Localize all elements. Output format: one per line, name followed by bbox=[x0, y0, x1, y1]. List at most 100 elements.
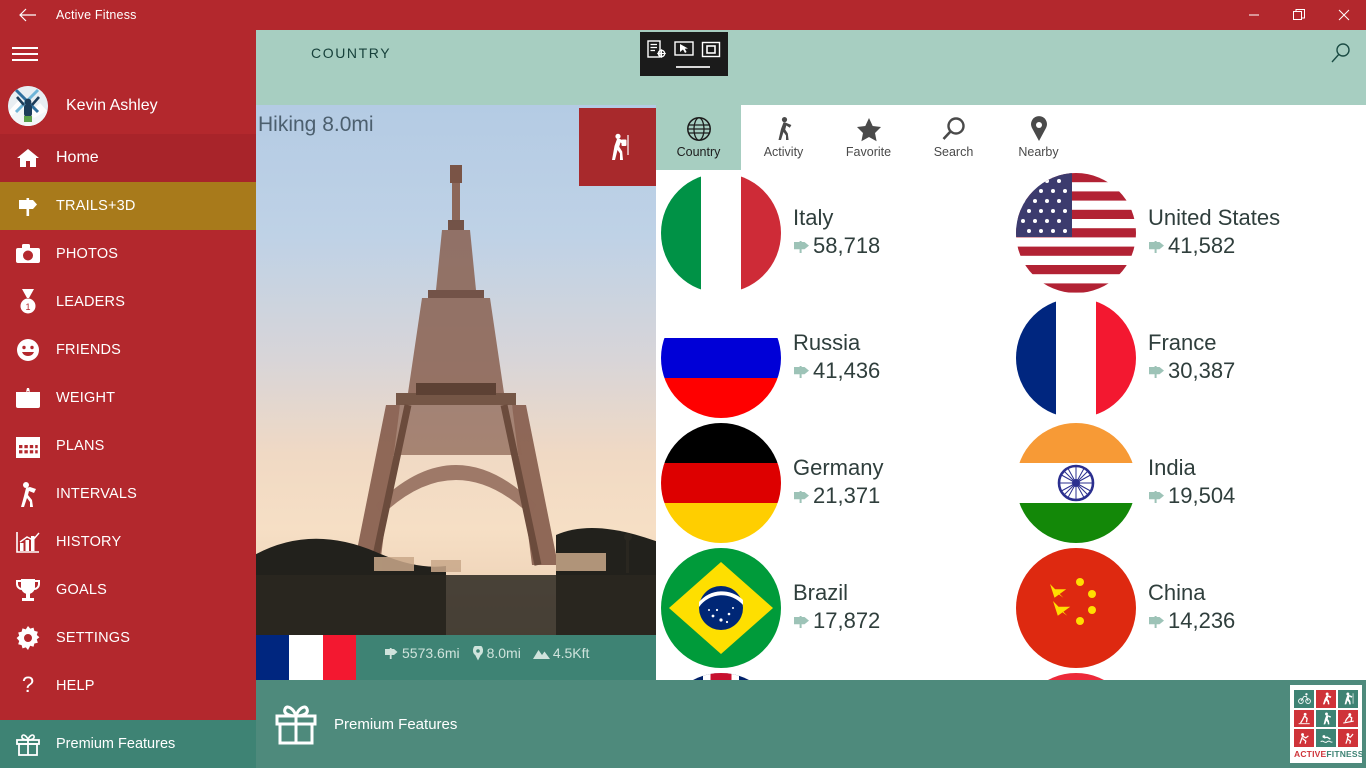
premium-features-bar[interactable]: Premium Features ACTIVEFITNESS bbox=[256, 680, 1366, 768]
country-name: Brazil bbox=[793, 580, 849, 606]
sidebar-label-plans: PLANS bbox=[56, 438, 105, 454]
activity-type-button[interactable] bbox=[579, 108, 656, 186]
country-cell-united-states[interactable]: United States 41,582 bbox=[1011, 170, 1366, 295]
country-value-text: 21,371 bbox=[813, 482, 881, 508]
tab-search[interactable]: Search bbox=[911, 105, 996, 170]
menu-button[interactable] bbox=[0, 30, 256, 78]
russia-flag bbox=[661, 297, 781, 418]
tab-favorite[interactable]: Favorite bbox=[826, 105, 911, 170]
country-value: 17,872 bbox=[793, 608, 880, 634]
country-cell-russia[interactable]: Russia 41,436 bbox=[656, 295, 1011, 420]
logo-wordmark: ACTIVEFITNESS bbox=[1294, 749, 1363, 759]
location-pin-icon bbox=[472, 645, 483, 661]
smiley-icon bbox=[0, 338, 56, 362]
stat-total-distance-value: 5573.6mi bbox=[402, 645, 460, 661]
country-info: China 14,236 bbox=[1148, 581, 1235, 633]
country-value: 41,582 bbox=[1148, 233, 1280, 259]
sidebar-item-intervals[interactable]: INTERVALS bbox=[0, 470, 256, 518]
sidebar-item-settings[interactable]: SETTINGS bbox=[0, 614, 256, 662]
header-search-button[interactable] bbox=[1324, 37, 1358, 69]
restore-button[interactable] bbox=[1276, 0, 1321, 30]
country-info: United States 41,582 bbox=[1148, 206, 1280, 258]
search-icon bbox=[942, 117, 965, 140]
sidebar-label-friends: FRIENDS bbox=[56, 342, 122, 358]
map-pin-icon bbox=[1030, 116, 1047, 141]
country-value-text: 17,872 bbox=[813, 607, 881, 633]
logo-word-fitness: FITNESS bbox=[1326, 749, 1364, 759]
back-button[interactable] bbox=[0, 0, 56, 30]
country-cell-india[interactable]: India 19,504 bbox=[1011, 420, 1366, 545]
country-value-text: 14,236 bbox=[1168, 607, 1236, 633]
active-fitness-logo: ACTIVEFITNESS bbox=[1290, 685, 1363, 763]
sidebar-item-home[interactable]: Home bbox=[0, 134, 256, 182]
minimize-button[interactable] bbox=[1231, 0, 1276, 30]
country-value: 19,504 bbox=[1148, 483, 1235, 509]
country-row: Italy 58,718 United States 41,582 bbox=[656, 170, 1366, 295]
sidebar-label-weight: WEIGHT bbox=[56, 390, 116, 406]
hiker-icon bbox=[612, 133, 629, 160]
stat-total-distance: 5573.6mi bbox=[384, 645, 460, 661]
sidebar-item-goals[interactable]: GOALS bbox=[0, 566, 256, 614]
profile-row[interactable]: Kevin Ashley bbox=[0, 78, 256, 134]
chart-icon bbox=[0, 531, 56, 553]
usa-flag bbox=[1016, 172, 1136, 293]
photo-title: Hiking 8.0mi bbox=[258, 113, 374, 136]
country-cell-brazil[interactable]: Brazil 17,872 bbox=[656, 545, 1011, 670]
sidebar-item-leaders[interactable]: 1 LEADERS bbox=[0, 278, 256, 326]
trail-photo-card[interactable]: Hiking 8.0mi 5573.6mi 8.0mi 4.5Kft bbox=[256, 105, 656, 700]
tab-activity[interactable]: Activity bbox=[741, 105, 826, 170]
scale-icon bbox=[0, 388, 56, 408]
stat-distance-value: 8.0mi bbox=[486, 645, 521, 661]
china-flag bbox=[1016, 547, 1136, 668]
app-window: Active Fitness Kevin Ashley Home TRAILS+… bbox=[0, 0, 1366, 768]
signpost-icon bbox=[794, 615, 809, 628]
country-info: Brazil 17,872 bbox=[793, 581, 880, 633]
close-button[interactable] bbox=[1321, 0, 1366, 30]
fullscreen-clip-icon[interactable] bbox=[701, 40, 721, 60]
sidebar-item-plans[interactable]: PLANS bbox=[0, 422, 256, 470]
ink-workspace-toolbar[interactable] bbox=[640, 32, 728, 76]
country-value: 41,436 bbox=[793, 358, 880, 384]
logo-cell-hiker bbox=[1338, 690, 1358, 708]
sidebar-item-friends[interactable]: FRIENDS bbox=[0, 326, 256, 374]
sidebar-item-weight[interactable]: WEIGHT bbox=[0, 374, 256, 422]
country-cell-italy[interactable]: Italy 58,718 bbox=[656, 170, 1011, 295]
sidebar-label-trails3d: TRAILS+3D bbox=[56, 198, 136, 214]
screen-sketch-icon[interactable] bbox=[647, 40, 667, 60]
screen-clip-icon[interactable] bbox=[674, 40, 694, 60]
sidebar-item-photos[interactable]: PHOTOS bbox=[0, 230, 256, 278]
camera-icon bbox=[0, 244, 56, 264]
trail-stats-line: 5573.6mi 8.0mi 4.5Kft bbox=[384, 645, 597, 661]
sidebar-premium-features[interactable]: Premium Features bbox=[0, 720, 256, 768]
tab-nearby[interactable]: Nearby bbox=[996, 105, 1081, 170]
country-cell-germany[interactable]: Germany 21,371 bbox=[656, 420, 1011, 545]
country-cell-china[interactable]: China 14,236 bbox=[1011, 545, 1366, 670]
country-name: Italy bbox=[793, 205, 834, 231]
premium-bar-inner: Premium Features bbox=[256, 680, 1366, 768]
country-grid: Italy 58,718 United States 41,582 Russia… bbox=[656, 170, 1366, 710]
stat-elevation: 4.5Kft bbox=[532, 645, 589, 661]
country-row: Russia 41,436 France 30,387 bbox=[656, 295, 1366, 420]
sidebar-item-history[interactable]: HISTORY bbox=[0, 518, 256, 566]
signpost-icon bbox=[385, 648, 398, 659]
calendar-icon bbox=[0, 435, 56, 458]
country-row: Germany 21,371 India 19,504 bbox=[656, 420, 1366, 545]
sidebar-item-trails3d[interactable]: TRAILS+3D bbox=[0, 182, 256, 230]
svg-text:1: 1 bbox=[25, 302, 30, 312]
avatar bbox=[8, 86, 48, 126]
premium-bar-label: Premium Features bbox=[334, 715, 458, 733]
hamburger-icon bbox=[12, 43, 38, 65]
country-name: France bbox=[1148, 330, 1217, 356]
logo-cell-skier bbox=[1294, 709, 1314, 728]
india-flag bbox=[1016, 422, 1136, 543]
country-cell-france[interactable]: France 30,387 bbox=[1011, 295, 1366, 420]
home-icon bbox=[0, 147, 56, 169]
sidebar-item-help[interactable]: ? HELP bbox=[0, 662, 256, 710]
skier-avatar-icon bbox=[8, 86, 48, 126]
country-value-text: 41,436 bbox=[813, 357, 881, 383]
signpost-icon bbox=[794, 365, 809, 378]
logo-cell-cyclist bbox=[1294, 690, 1314, 708]
signpost-icon bbox=[0, 194, 56, 218]
globe-icon bbox=[686, 117, 711, 141]
tab-country[interactable]: Country bbox=[656, 105, 741, 170]
